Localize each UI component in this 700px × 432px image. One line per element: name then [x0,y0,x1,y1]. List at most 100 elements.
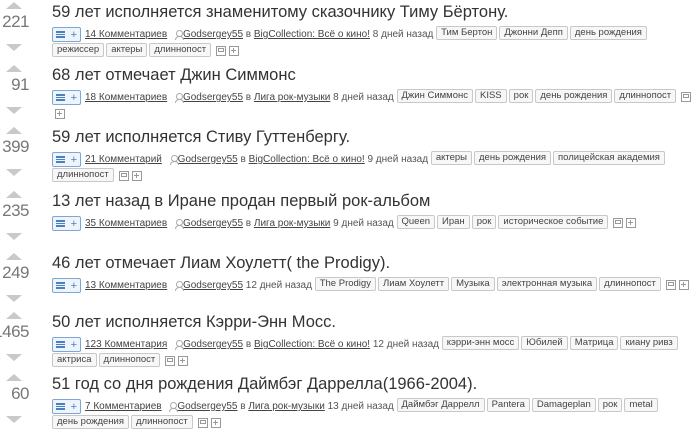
comments-link[interactable]: 14 Комментариев [85,29,167,40]
post-tag[interactable]: электронная музыка [496,277,598,292]
post-tag[interactable]: KISS [475,89,507,104]
downvote-arrow-icon[interactable] [6,107,22,114]
post-tag[interactable]: Юбилей [521,336,568,351]
post-tag[interactable]: день рождения [474,151,552,166]
downvote-arrow-icon[interactable] [6,233,22,240]
save-to-collection-button[interactable]: + [52,26,81,42]
save-post-icon[interactable] [165,356,176,367]
post-tag[interactable]: рок [471,215,497,230]
post-tag[interactable]: день рождения [569,26,647,41]
downvote-arrow-icon[interactable] [6,416,22,423]
comments-link[interactable]: 123 Комментария [85,339,167,350]
post-title[interactable]: 50 лет исполняется Кэрри-Энн Мосс. [52,312,700,332]
post-title[interactable]: 51 год со дня рождения Даймбэг Даррелла(… [52,374,700,394]
post-tag[interactable]: рок [597,398,623,413]
save-to-collection-button[interactable]: + [52,398,81,414]
post-tag[interactable]: Damageplan [531,398,596,413]
save-post-icon[interactable] [216,46,227,57]
post-tag[interactable]: историческое событие [498,215,609,230]
save-to-collection-button[interactable]: + [52,215,81,231]
community-link[interactable]: Лига рок-музыки [248,401,324,412]
add-tag-icon[interactable] [131,171,142,182]
post-tag[interactable]: metal [624,398,658,413]
add-tag-icon[interactable] [626,218,637,229]
post-tag[interactable]: Pantera [486,398,530,413]
post-title[interactable]: 59 лет исполняется Стиву Гуттенбергу. [52,127,700,147]
post-tag[interactable]: киану ривз [620,336,678,351]
comments-link[interactable]: 13 Комментариев [85,280,167,291]
post-tag[interactable]: Матрица [569,336,619,351]
upvote-arrow-icon[interactable] [6,2,22,9]
post-tag[interactable]: длиннопост [149,43,212,58]
upvote-arrow-icon[interactable] [6,374,22,381]
post-content: 68 лет отмечает Джин Симмонс +18 Коммент… [52,65,700,123]
post-title[interactable]: 59 лет исполняется знаменитому сказочник… [52,2,700,22]
post-title[interactable]: 68 лет отмечает Джин Симмонс [52,65,700,85]
post-tag[interactable]: Иран [437,215,470,230]
post-title[interactable]: 13 лет назад в Иране продан первый рок-а… [52,191,700,211]
comments-link[interactable]: 18 Комментариев [85,92,167,103]
post-tag[interactable]: Джин Симмонс [396,89,473,104]
upvote-arrow-icon[interactable] [6,253,22,260]
upvote-arrow-icon[interactable] [6,65,22,72]
save-post-icon[interactable] [681,92,692,103]
save-to-collection-button[interactable]: + [52,277,81,293]
post-tag[interactable]: режиссер [52,43,105,58]
add-tag-icon[interactable] [178,356,189,367]
post-tag[interactable]: The Prodigy [314,277,376,292]
author-link[interactable]: Godsergey55 [183,29,243,40]
author-link[interactable]: Godsergey55 [183,92,243,103]
community-link[interactable]: Лига рок-музыки [254,92,330,103]
save-to-collection-button[interactable]: + [52,89,81,105]
downvote-arrow-icon[interactable] [6,354,22,361]
post-tag[interactable]: рок [508,89,534,104]
add-tag-icon[interactable] [229,46,240,57]
downvote-arrow-icon[interactable] [6,44,22,51]
add-tag-icon[interactable] [55,109,65,120]
post-tag[interactable]: Музыка [451,277,495,292]
community-link[interactable]: BigCollection: Всё о кино! [254,29,370,40]
upvote-arrow-icon[interactable] [6,191,22,198]
post-tag[interactable]: Тим Бертон [436,26,498,41]
post-tag[interactable]: длиннопост [98,353,161,368]
post-tag[interactable]: длиннопост [131,415,193,430]
community-link[interactable]: BigCollection: Всё о кино! [254,339,370,350]
post-tag[interactable]: полицейская академия [553,151,665,166]
author-link[interactable]: Godsergey55 [183,218,243,229]
save-to-collection-button[interactable]: + [52,336,81,352]
post-tag[interactable]: Даймбэг Даррелл [396,398,485,413]
post-tag[interactable]: длиннопост [599,277,661,292]
community-link[interactable]: BigCollection: Всё о кино! [249,154,365,165]
post-tag[interactable]: длиннопост [52,168,114,183]
author-link[interactable]: Godsergey55 [177,401,237,412]
save-post-icon[interactable] [665,280,676,291]
post-tag[interactable]: Queen [396,215,436,230]
downvote-arrow-icon[interactable] [6,295,22,302]
save-post-icon[interactable] [118,171,129,182]
author-link[interactable]: Godsergey55 [183,339,243,350]
save-post-icon[interactable] [197,418,208,429]
post-tag[interactable]: день рождения [535,89,613,104]
author-link[interactable]: Godsergey55 [178,154,238,165]
post-tag[interactable]: день рождения [52,415,130,430]
post-tag[interactable]: Джонни Депп [499,26,568,41]
comments-link[interactable]: 7 Комментариев [85,401,162,412]
post-tag[interactable]: Лиам Хоулетт [377,277,450,292]
downvote-arrow-icon[interactable] [6,169,22,176]
add-tag-icon[interactable] [210,418,221,429]
comments-link[interactable]: 35 Комментариев [85,218,167,229]
comments-link[interactable]: 21 Комментарий [85,154,162,165]
post-tag[interactable]: длиннопост [614,89,677,104]
post-tag[interactable]: актеры [430,151,473,166]
save-post-icon[interactable] [613,218,624,229]
post-tag[interactable]: актриса [52,353,97,368]
author-link[interactable]: Godsergey55 [183,280,243,291]
add-tag-icon[interactable] [678,280,689,291]
post-tag[interactable]: кэрри-энн мосс [441,336,520,351]
upvote-arrow-icon[interactable] [6,312,22,319]
save-to-collection-button[interactable]: + [52,151,81,167]
post-title[interactable]: 46 лет отмечает Лиам Хоулетт( the Prodig… [52,253,700,273]
post-tag[interactable]: актеры [106,43,148,58]
upvote-arrow-icon[interactable] [6,127,22,134]
community-link[interactable]: Лига рок-музыки [254,218,330,229]
